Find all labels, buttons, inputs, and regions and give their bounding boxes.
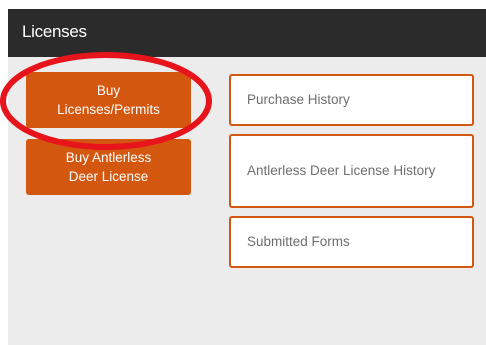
- panel-header: Licenses: [8, 9, 486, 57]
- submitted-forms-label: Submitted Forms: [247, 234, 350, 249]
- purchase-history-link[interactable]: Purchase History: [229, 74, 474, 126]
- purchase-history-label: Purchase History: [247, 92, 350, 107]
- buy-button-label-line2: Licenses/Permits: [57, 102, 160, 117]
- submitted-forms-link[interactable]: Submitted Forms: [229, 216, 474, 268]
- buy-button-label-line1: Buy: [96, 83, 121, 98]
- buy-licenses-permits-button[interactable]: Buy Licenses/Permits: [26, 72, 191, 128]
- antlerless-history-label: Antlerless Deer License History: [247, 163, 436, 178]
- antlerless-button-label-line1: Buy Antlerless: [65, 150, 152, 165]
- antlerless-deer-license-history-link[interactable]: Antlerless Deer License History: [229, 134, 474, 208]
- panel-title: Licenses: [22, 22, 87, 41]
- buy-antlerless-deer-license-button[interactable]: Buy Antlerless Deer License: [26, 139, 191, 195]
- antlerless-button-label-line2: Deer License: [68, 169, 149, 184]
